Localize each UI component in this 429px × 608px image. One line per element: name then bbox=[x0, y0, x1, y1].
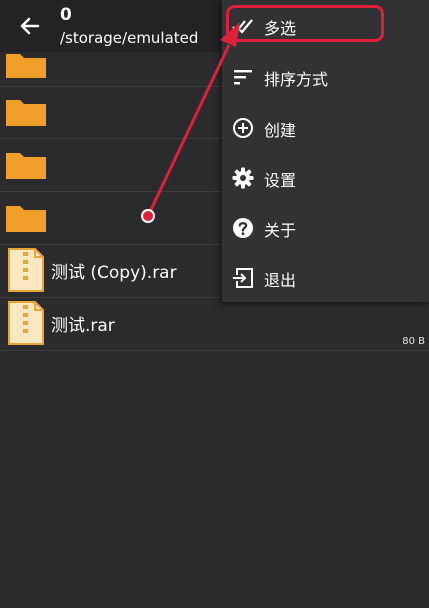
back-button[interactable] bbox=[14, 10, 46, 42]
menu-item-exit[interactable]: 退出 bbox=[222, 252, 429, 302]
menu-item-sort[interactable]: 排序方式 bbox=[222, 51, 429, 101]
file-size: 80 B bbox=[402, 336, 425, 347]
menu-label: 多选 bbox=[264, 19, 297, 38]
exit-icon bbox=[233, 268, 253, 288]
zip-archive-icon bbox=[8, 248, 44, 292]
file-name: 测试 (Copy).rar bbox=[51, 263, 177, 283]
zip-archive-icon bbox=[8, 301, 44, 345]
folder-icon bbox=[6, 100, 46, 126]
sort-icon bbox=[234, 70, 252, 85]
add-circle-icon bbox=[233, 118, 253, 138]
file-name: 测试.rar bbox=[51, 316, 115, 336]
menu-label: 关于 bbox=[264, 221, 297, 240]
help-circle-icon bbox=[233, 218, 253, 238]
menu-item-about[interactable]: 关于 bbox=[222, 202, 429, 252]
menu-label: 创建 bbox=[264, 121, 297, 140]
selection-count: 0 bbox=[60, 5, 72, 25]
file-manager-screen: 0 /storage/emulated 测试 (Copy).rar 测试.rar… bbox=[0, 0, 429, 608]
menu-item-settings[interactable]: 设置 bbox=[222, 152, 429, 202]
archive-row[interactable]: 测试.rar 80 B bbox=[0, 298, 429, 351]
menu-label: 设置 bbox=[264, 171, 297, 190]
current-path: /storage/emulated bbox=[60, 29, 199, 47]
menu-label: 退出 bbox=[264, 271, 297, 290]
check-multiple-icon bbox=[232, 19, 253, 34]
gear-icon bbox=[232, 167, 254, 189]
arrow-left-icon bbox=[20, 17, 40, 35]
folder-icon bbox=[6, 54, 46, 78]
menu-label: 排序方式 bbox=[264, 70, 329, 89]
overflow-menu: 多选 排序方式 创建 设置 关于 退出 bbox=[222, 0, 429, 302]
menu-item-multi-select[interactable]: 多选 bbox=[222, 0, 429, 50]
folder-icon bbox=[6, 153, 46, 179]
folder-icon bbox=[6, 206, 46, 232]
menu-item-create[interactable]: 创建 bbox=[222, 102, 429, 152]
